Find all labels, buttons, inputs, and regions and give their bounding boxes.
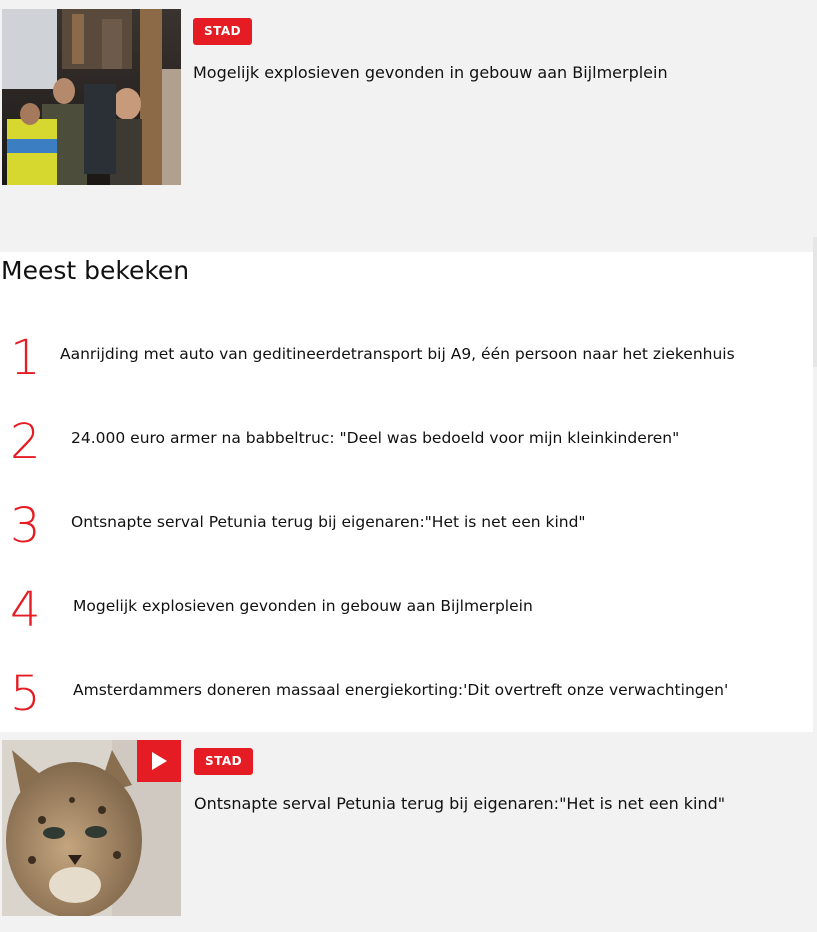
article-card-explosives[interactable]: STAD Mogelijk explosieven gevonden in ge… [0, 4, 817, 186]
most-viewed-headline[interactable]: Aanrijding met auto van geditineerdetran… [60, 344, 735, 364]
article-thumbnail[interactable] [2, 740, 181, 916]
article-headline[interactable]: Mogelijk explosieven gevonden in gebouw … [193, 62, 793, 84]
most-viewed-item[interactable]: 2 24.000 euro armer na babbeltruc: "Deel… [0, 414, 813, 474]
article-headline[interactable]: Ontsnapte serval Petunia terug bij eigen… [194, 793, 794, 815]
scrollbar-track[interactable] [813, 237, 817, 367]
most-viewed-item[interactable]: 1 Aanrijding met auto van geditineerdetr… [0, 330, 813, 390]
category-badge[interactable]: STAD [193, 18, 253, 45]
thumbnail-photo-police-scene [2, 9, 181, 185]
most-viewed-headline[interactable]: 24.000 euro armer na babbeltruc: "Deel w… [71, 428, 679, 448]
most-viewed-item[interactable]: 3 Ontsnapte serval Petunia terug bij eig… [0, 498, 813, 558]
most-viewed-headline[interactable]: Amsterdammers doneren massaal energiekor… [73, 680, 728, 700]
rank-number: 2 [10, 414, 41, 470]
most-viewed-item[interactable]: 4 Mogelijk explosieven gevonden in gebou… [0, 582, 813, 642]
most-viewed-title: Meest bekeken [1, 256, 190, 285]
rank-number: 1 [10, 330, 41, 386]
most-viewed-panel: Meest bekeken 1 Aanrijding met auto van … [0, 252, 813, 732]
category-badge[interactable]: STAD [194, 748, 254, 775]
most-viewed-headline[interactable]: Mogelijk explosieven gevonden in gebouw … [73, 596, 533, 616]
most-viewed-item[interactable]: 5 Amsterdammers doneren massaal energiek… [0, 666, 813, 726]
rank-number: 5 [10, 666, 41, 722]
rank-number: 3 [10, 498, 41, 554]
article-card-serval[interactable]: STAD Ontsnapte serval Petunia terug bij … [0, 737, 817, 919]
article-thumbnail[interactable] [2, 9, 181, 185]
most-viewed-headline[interactable]: Ontsnapte serval Petunia terug bij eigen… [71, 512, 586, 532]
rank-number: 4 [10, 582, 41, 638]
play-button[interactable] [137, 740, 181, 782]
play-icon [152, 752, 167, 770]
